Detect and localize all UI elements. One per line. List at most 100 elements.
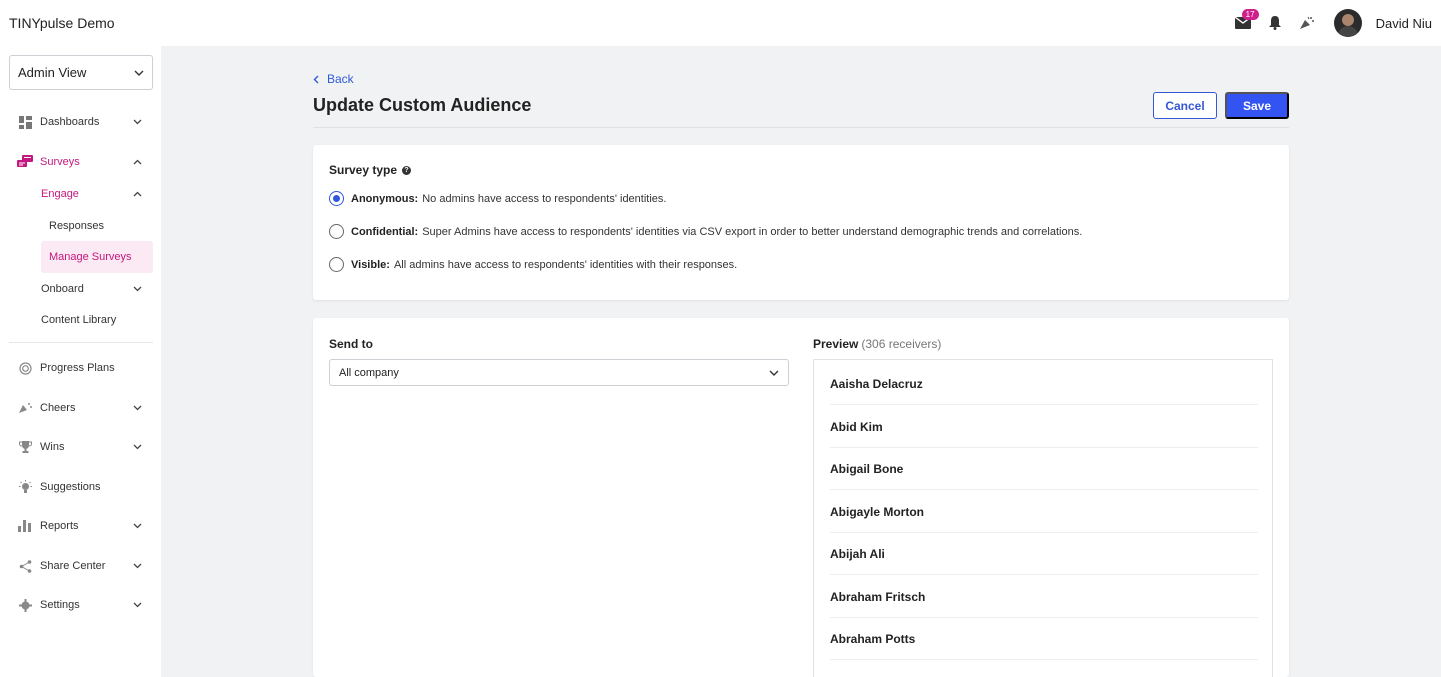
- radio-confidential[interactable]: [329, 224, 344, 239]
- view-select[interactable]: Admin View: [9, 55, 153, 90]
- list-item: Abid Kim: [830, 406, 1258, 448]
- back-link[interactable]: Back: [313, 72, 354, 86]
- save-button[interactable]: Save: [1225, 92, 1289, 119]
- survey-type-card: Survey type ? Anonymous: No admins have …: [313, 145, 1289, 300]
- chevron-down-icon: [131, 599, 143, 611]
- sidebar-item-wins[interactable]: Wins: [0, 431, 161, 463]
- cheers-icon: [17, 400, 33, 416]
- list-item: Aaisha Delacruz: [830, 363, 1258, 405]
- chevron-down-icon: [131, 402, 143, 414]
- sidebar-item-label: Responses: [49, 220, 105, 232]
- option-title: Anonymous:: [351, 192, 419, 205]
- chevron-down-icon: [131, 560, 143, 572]
- audience-card: Send to All company Preview (306 receiver…: [313, 318, 1289, 677]
- sidebar-item-reports[interactable]: Reports: [0, 510, 161, 542]
- page-title: Update Custom Audience: [313, 95, 532, 115]
- sidebar-divider: [9, 342, 153, 343]
- sidebar-item-label: Suggestions: [40, 481, 101, 493]
- send-to-select[interactable]: All company: [329, 359, 789, 386]
- chevron-down-icon: [131, 441, 143, 453]
- preview-heading: Preview (306 receivers): [813, 337, 941, 351]
- preview-count: (306 receivers): [861, 337, 942, 351]
- option-description: Super Admins have access to respondents'…: [422, 225, 1083, 238]
- sidebar-item-label: Content Library: [41, 314, 117, 326]
- sidebar-item-share-center[interactable]: Share Center: [0, 550, 161, 582]
- notifications-button[interactable]: [1264, 12, 1286, 34]
- survey-type-heading: Survey type ?: [329, 163, 412, 177]
- list-item: Abraham Potts: [830, 618, 1258, 660]
- radio-visible[interactable]: [329, 257, 344, 272]
- sidebar-item-dashboards[interactable]: Dashboards: [0, 106, 161, 138]
- chevron-up-icon: [131, 188, 143, 200]
- chevron-left-icon: [313, 75, 319, 83]
- header-divider: [313, 127, 1289, 128]
- help-icon[interactable]: ?: [402, 165, 412, 175]
- top-bar: TINYpulse Demo 17 David Niu: [0, 0, 1441, 46]
- chevron-down-icon: [134, 70, 144, 76]
- avatar[interactable]: [1333, 9, 1362, 37]
- list-item: Abigayle Morton: [830, 491, 1258, 533]
- list-item: Abigail Bone: [830, 448, 1258, 490]
- sidebar-item-label: Reports: [40, 520, 79, 532]
- bell-icon: [1268, 16, 1281, 30]
- sidebar-item-label: Onboard: [41, 283, 84, 295]
- share-icon: [17, 558, 33, 574]
- sidebar-item-label: Wins: [40, 441, 65, 453]
- party-popper-icon: [1299, 16, 1314, 29]
- sidebar-item-label: Settings: [40, 599, 80, 611]
- sidebar-item-manage-surveys[interactable]: Manage Surveys: [41, 241, 153, 273]
- cheers-button[interactable]: [1296, 12, 1318, 34]
- chevron-down-icon: [131, 283, 143, 295]
- sidebar-item-label: Progress Plans: [40, 362, 115, 374]
- sidebar-item-responses[interactable]: Responses: [0, 210, 161, 242]
- lightbulb-icon: [17, 479, 33, 495]
- sidebar-item-label: Manage Surveys: [49, 251, 132, 263]
- survey-type-option-visible[interactable]: Visible: All admins have access to respo…: [329, 257, 737, 272]
- chevron-down-icon: [769, 370, 779, 376]
- option-description: No admins have access to respondents' id…: [422, 192, 667, 205]
- chevron-down-icon: [131, 520, 143, 532]
- sidebar-item-label: Cheers: [40, 402, 76, 414]
- mail-button[interactable]: 17: [1232, 9, 1259, 34]
- sidebar-item-surveys[interactable]: Surveys: [0, 146, 161, 178]
- chevron-down-icon: [131, 116, 143, 128]
- sidebar-item-suggestions[interactable]: Suggestions: [0, 471, 161, 503]
- preview-label: Preview: [813, 337, 859, 351]
- cancel-button[interactable]: Cancel: [1153, 92, 1217, 119]
- sidebar-item-progress-plans[interactable]: Progress Plans: [0, 352, 161, 384]
- sidebar-item-onboard[interactable]: Onboard: [0, 273, 161, 305]
- survey-type-option-anonymous[interactable]: Anonymous: No admins have access to resp…: [329, 191, 666, 206]
- sidebar: Admin View Dashboards Surveys Engage Res…: [0, 46, 161, 677]
- back-label: Back: [327, 72, 354, 86]
- sidebar-item-label: Share Center: [40, 560, 106, 572]
- top-right-actions: 17 David Niu: [1232, 9, 1432, 37]
- radio-anonymous[interactable]: [329, 191, 344, 206]
- target-icon: [17, 360, 33, 376]
- sidebar-item-settings[interactable]: Settings: [0, 589, 161, 621]
- mail-count-badge: 17: [1241, 9, 1259, 20]
- view-select-value: Admin View: [18, 65, 87, 80]
- sidebar-item-label: Surveys: [40, 156, 80, 168]
- preview-list[interactable]: Aaisha Delacruz Abid Kim Abigail Bone Ab…: [813, 359, 1273, 677]
- chevron-up-icon: [131, 156, 143, 168]
- sidebar-item-label: Engage: [41, 188, 79, 200]
- sidebar-item-label: Dashboards: [40, 116, 100, 128]
- option-title: Visible:: [351, 258, 390, 271]
- list-item: Abijah Ali: [830, 533, 1258, 575]
- option-description: All admins have access to respondents' i…: [393, 258, 738, 271]
- option-title: Confidential:: [351, 225, 419, 238]
- bar-chart-icon: [17, 518, 33, 534]
- send-to-label: Send to: [329, 337, 373, 351]
- sidebar-item-cheers[interactable]: Cheers: [0, 392, 161, 424]
- send-to-value: All company: [339, 366, 399, 379]
- surveys-icon: [17, 154, 33, 170]
- survey-type-option-confidential[interactable]: Confidential: Super Admins have access t…: [329, 224, 1082, 239]
- sidebar-item-engage[interactable]: Engage: [0, 178, 161, 210]
- gear-icon: [17, 597, 33, 613]
- dashboard-icon: [17, 114, 33, 130]
- trophy-icon: [17, 439, 33, 455]
- user-name[interactable]: David Niu: [1376, 16, 1432, 31]
- survey-type-label: Survey type: [329, 163, 398, 177]
- app-title[interactable]: TINYpulse Demo: [9, 15, 115, 31]
- sidebar-item-content-library[interactable]: Content Library: [0, 304, 161, 336]
